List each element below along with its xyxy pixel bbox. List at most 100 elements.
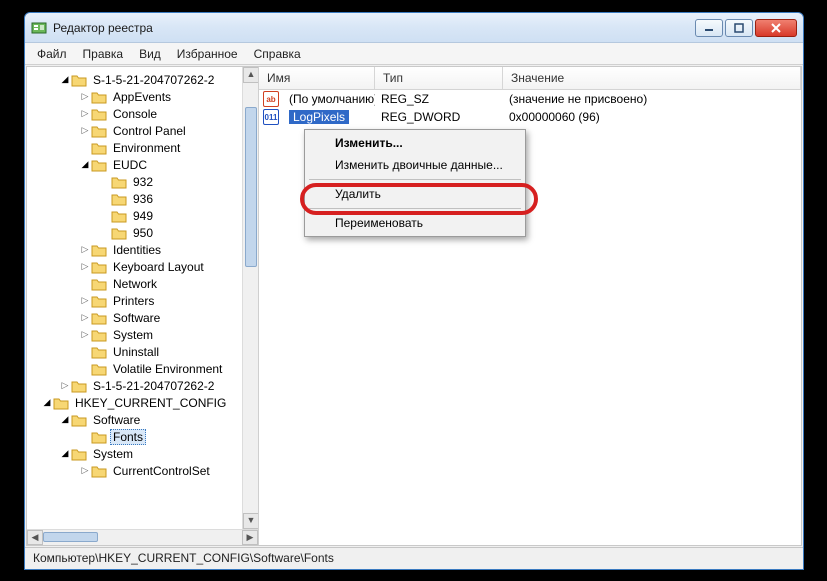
ctx-modify[interactable]: Изменить...: [307, 132, 523, 154]
expander-icon[interactable]: ▷: [79, 329, 91, 340]
tree-item-hkcc-software[interactable]: ◢Software: [27, 411, 258, 428]
folder-icon: [111, 175, 127, 189]
tree-label: Console: [110, 106, 160, 122]
tree-item-volatile[interactable]: Volatile Environment: [27, 360, 258, 377]
expander-icon[interactable]: ◢: [79, 159, 91, 170]
folder-icon: [71, 379, 87, 393]
tree-item-eudc[interactable]: ◢ EUDC: [27, 156, 258, 173]
expander-icon[interactable]: ◢: [59, 414, 71, 425]
column-header-type[interactable]: Тип: [375, 67, 503, 89]
close-button[interactable]: [755, 19, 797, 37]
scroll-left-icon[interactable]: ◀: [27, 530, 43, 545]
scroll-down-icon[interactable]: ▼: [243, 513, 258, 529]
folder-icon: [91, 277, 107, 291]
menu-edit[interactable]: Правка: [75, 45, 132, 63]
tree-item-uninstall[interactable]: Uninstall: [27, 343, 258, 360]
registry-editor-window: Редактор реестра Файл Правка Вид Избранн…: [24, 12, 804, 570]
value-name: LogPixels: [283, 110, 375, 124]
expander-icon[interactable]: ▷: [79, 244, 91, 255]
tree-item-printers[interactable]: ▷ Printers: [27, 292, 258, 309]
folder-icon: [91, 362, 107, 376]
list-row[interactable]: ab (По умолчанию) REG_SZ (значение не пр…: [259, 90, 801, 108]
tree-label: HKEY_CURRENT_CONFIG: [72, 395, 229, 411]
tree-item-sid1[interactable]: ◢ S-1-5-21-204707262-2: [27, 71, 258, 88]
expander-icon[interactable]: ◢: [59, 448, 71, 459]
tree-item-950[interactable]: 950: [27, 224, 258, 241]
expander-icon[interactable]: ▷: [79, 295, 91, 306]
folder-icon: [71, 73, 87, 87]
tree-item-932[interactable]: 932: [27, 173, 258, 190]
expander-icon[interactable]: ▷: [79, 91, 91, 102]
window-title: Редактор реестра: [53, 21, 153, 35]
folder-icon: [111, 226, 127, 240]
tree-item-keyboard[interactable]: ▷Keyboard Layout: [27, 258, 258, 275]
tree-label: EUDC: [110, 157, 150, 173]
tree-item-hkcc-system[interactable]: ◢ System: [27, 445, 258, 462]
tree-item-hkcc[interactable]: ◢ HKEY_CURRENT_CONFIG: [27, 394, 258, 411]
tree-label: Printers: [110, 293, 157, 309]
folder-icon: [91, 294, 107, 308]
registry-tree[interactable]: ◢ S-1-5-21-204707262-2 ▷AppEvents ▷ Consol…: [27, 67, 258, 479]
menu-favorites[interactable]: Избранное: [169, 45, 246, 63]
column-header-value[interactable]: Значение: [503, 67, 801, 89]
value-type: REG_SZ: [375, 92, 503, 106]
expander-icon[interactable]: ▷: [79, 108, 91, 119]
tree-label: CurrentControlSet: [110, 463, 213, 479]
tree-item-ccs[interactable]: ▷ CurrentControlSet: [27, 462, 258, 479]
tree-horizontal-scrollbar[interactable]: ◀ ▶: [27, 529, 258, 545]
folder-icon: [111, 209, 127, 223]
expander-icon[interactable]: ▷: [79, 465, 91, 476]
tree-label: S-1-5-21-204707262-2: [90, 72, 217, 88]
folder-icon: [91, 124, 107, 138]
tree-label: System: [90, 446, 136, 462]
tree-item-controlpanel[interactable]: ▷Control Panel: [27, 122, 258, 139]
expander-icon[interactable]: ▷: [79, 312, 91, 323]
scrollbar-thumb[interactable]: [43, 532, 98, 542]
folder-icon: [91, 464, 107, 478]
ctx-delete[interactable]: Удалить: [307, 183, 523, 205]
folder-icon: [111, 192, 127, 206]
tree-label: 936: [130, 191, 156, 207]
tree-item-fonts[interactable]: Fonts: [27, 428, 258, 445]
titlebar: Редактор реестра: [25, 13, 803, 43]
value-type: REG_DWORD: [375, 110, 503, 124]
tree-label: Fonts: [110, 429, 146, 445]
tree-item-environment[interactable]: Environment: [27, 139, 258, 156]
minimize-button[interactable]: [695, 19, 723, 37]
menubar: Файл Правка Вид Избранное Справка: [25, 43, 803, 65]
menu-view[interactable]: Вид: [131, 45, 169, 63]
maximize-button[interactable]: [725, 19, 753, 37]
tree-vertical-scrollbar[interactable]: ▲ ▼: [242, 67, 258, 529]
folder-icon: [91, 107, 107, 121]
expander-icon[interactable]: ◢: [59, 74, 71, 85]
tree-item-949[interactable]: 949: [27, 207, 258, 224]
scroll-right-icon[interactable]: ▶: [242, 530, 258, 545]
folder-icon: [91, 311, 107, 325]
list-row[interactable]: 011 LogPixels REG_DWORD 0x00000060 (96): [259, 108, 801, 126]
expander-icon[interactable]: ▷: [79, 261, 91, 272]
tree-item-console[interactable]: ▷ Console: [27, 105, 258, 122]
tree-item-936[interactable]: 936: [27, 190, 258, 207]
scrollbar-thumb[interactable]: [245, 107, 257, 267]
tree-item-identities[interactable]: ▷Identities: [27, 241, 258, 258]
folder-icon: [91, 158, 107, 172]
tree-item-appevents[interactable]: ▷AppEvents: [27, 88, 258, 105]
ctx-rename[interactable]: Переименовать: [307, 212, 523, 234]
ctx-separator: [309, 208, 521, 209]
folder-icon: [91, 90, 107, 104]
expander-icon[interactable]: ◢: [41, 397, 53, 408]
expander-icon[interactable]: ▷: [79, 125, 91, 136]
tree-item-software[interactable]: ▷Software: [27, 309, 258, 326]
menu-help[interactable]: Справка: [246, 45, 309, 63]
column-header-name[interactable]: Имя: [259, 67, 375, 89]
expander-icon[interactable]: ▷: [59, 380, 71, 391]
tree-item-system[interactable]: ▷System: [27, 326, 258, 343]
menu-file[interactable]: Файл: [29, 45, 75, 63]
tree-label: 949: [130, 208, 156, 224]
tree-item-sid2[interactable]: ▷S-1-5-21-204707262-2: [27, 377, 258, 394]
tree-label: 932: [130, 174, 156, 190]
tree-item-network[interactable]: Network: [27, 275, 258, 292]
ctx-modify-binary[interactable]: Изменить двоичные данные...: [307, 154, 523, 176]
scroll-up-icon[interactable]: ▲: [243, 67, 258, 83]
folder-icon: [71, 413, 87, 427]
